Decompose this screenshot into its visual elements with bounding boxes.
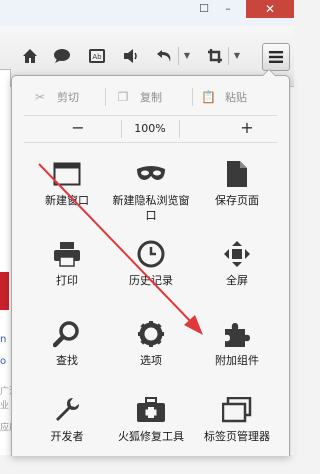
tab-manager-label: 标签页管理器 (204, 430, 270, 443)
save-page-button[interactable]: 保存页面 (192, 158, 282, 238)
cut-button[interactable]: ✂ 剪切 (33, 82, 79, 112)
search-field-partial[interactable] (0, 69, 11, 89)
zoom-controls: − 100% + (24, 115, 277, 143)
crop-icon[interactable] (204, 45, 226, 67)
window-icon (51, 158, 83, 190)
find-button[interactable]: 查找 (22, 318, 112, 398)
main-menu-panel: ✂ 剪切 ❐ 复制 📋 粘贴 − 100% + 新建窗口 新建隐私浏览窗口 保存… (11, 75, 290, 456)
history-label: 历史记录 (129, 274, 173, 287)
cut-label: 剪切 (57, 91, 79, 104)
options-label: 选项 (140, 354, 162, 367)
private-mask-icon (135, 158, 167, 190)
addons-button[interactable]: 附加组件 (192, 318, 282, 398)
svg-text:Ab: Ab (92, 53, 102, 61)
print-button[interactable]: 打印 (22, 238, 112, 318)
history-button[interactable]: 历史记录 (106, 238, 196, 318)
tab-manager-button[interactable]: 标签页管理器 (192, 394, 282, 474)
toolbar-separator (178, 47, 179, 65)
find-label: 查找 (56, 354, 78, 367)
speaker-icon[interactable] (120, 45, 142, 67)
fullscreen-icon (221, 238, 253, 270)
edit-separator (192, 88, 193, 106)
save-page-icon (221, 158, 253, 190)
wrench-icon (51, 394, 83, 426)
page-text-fragment: 业 (0, 401, 10, 411)
copy-icon: ❐ (117, 90, 129, 104)
reader-view-icon[interactable]: Ab (86, 45, 108, 67)
edit-controls: ✂ 剪切 ❐ 复制 📋 粘贴 (12, 82, 289, 112)
developer-button[interactable]: 开发者 (22, 394, 112, 474)
minimize-button[interactable]: – (216, 0, 240, 18)
close-window-button[interactable]: ✕ (246, 0, 294, 18)
page-link-fragment[interactable]: o (0, 356, 6, 367)
paste-label: 粘贴 (225, 91, 247, 104)
crop-dropdown-arrow-icon[interactable]: ▼ (232, 48, 242, 64)
toolbar-separator (228, 47, 229, 65)
zoom-separator (179, 120, 180, 138)
save-page-label: 保存页面 (215, 194, 259, 207)
undo-icon[interactable] (154, 45, 176, 67)
new-private-window-label: 新建隐私浏览窗口 (112, 194, 190, 222)
zoom-in-button[interactable]: + (227, 116, 267, 142)
printer-icon (51, 238, 83, 270)
scissors-icon: ✂ (34, 90, 46, 104)
magnifier-icon (51, 318, 83, 350)
paste-button[interactable]: 📋 粘贴 (201, 82, 247, 112)
addons-label: 附加组件 (215, 354, 259, 367)
copy-button[interactable]: ❐ 复制 (116, 82, 162, 112)
zoom-separator (121, 120, 122, 138)
puzzle-icon (221, 318, 253, 350)
panel-pointer-inner (263, 70, 275, 76)
home-icon[interactable] (19, 45, 41, 67)
zoom-reset-button[interactable]: 100% (125, 116, 175, 142)
zoom-out-button[interactable]: − (58, 116, 98, 142)
undo-dropdown-arrow-icon[interactable]: ▼ (182, 48, 192, 64)
hamburger-icon (269, 51, 283, 63)
clipboard-icon: 📋 (201, 90, 216, 104)
options-button[interactable]: 选项 (106, 318, 196, 398)
copy-label: 复制 (140, 91, 162, 104)
tab-manager-icon (221, 394, 253, 426)
new-window-button[interactable]: 新建窗口 (22, 158, 112, 238)
fullscreen-button[interactable]: 全屏 (192, 238, 282, 318)
firefox-repair-tool-label: 火狐修复工具 (118, 430, 184, 443)
new-window-label: 新建窗口 (45, 194, 89, 207)
edit-separator (105, 88, 106, 106)
chat-bubble-icon[interactable] (51, 45, 73, 67)
maximize-button[interactable]: ☐ (192, 0, 216, 18)
firefox-repair-tool-button[interactable]: 火狐修复工具 (106, 394, 196, 474)
print-label: 打印 (56, 274, 78, 287)
page-logo-fragment (0, 272, 9, 310)
fullscreen-label: 全屏 (226, 274, 248, 287)
open-menu-button[interactable] (262, 43, 290, 71)
history-clock-icon (135, 238, 167, 270)
developer-label: 开发者 (50, 430, 84, 443)
page-link-fragment[interactable]: n (0, 334, 6, 345)
new-private-window-button[interactable]: 新建隐私浏览窗口 (106, 158, 196, 238)
gear-icon (135, 318, 167, 350)
toolbox-icon (135, 394, 167, 426)
title-bar: ☐ – ✕ (0, 0, 294, 26)
